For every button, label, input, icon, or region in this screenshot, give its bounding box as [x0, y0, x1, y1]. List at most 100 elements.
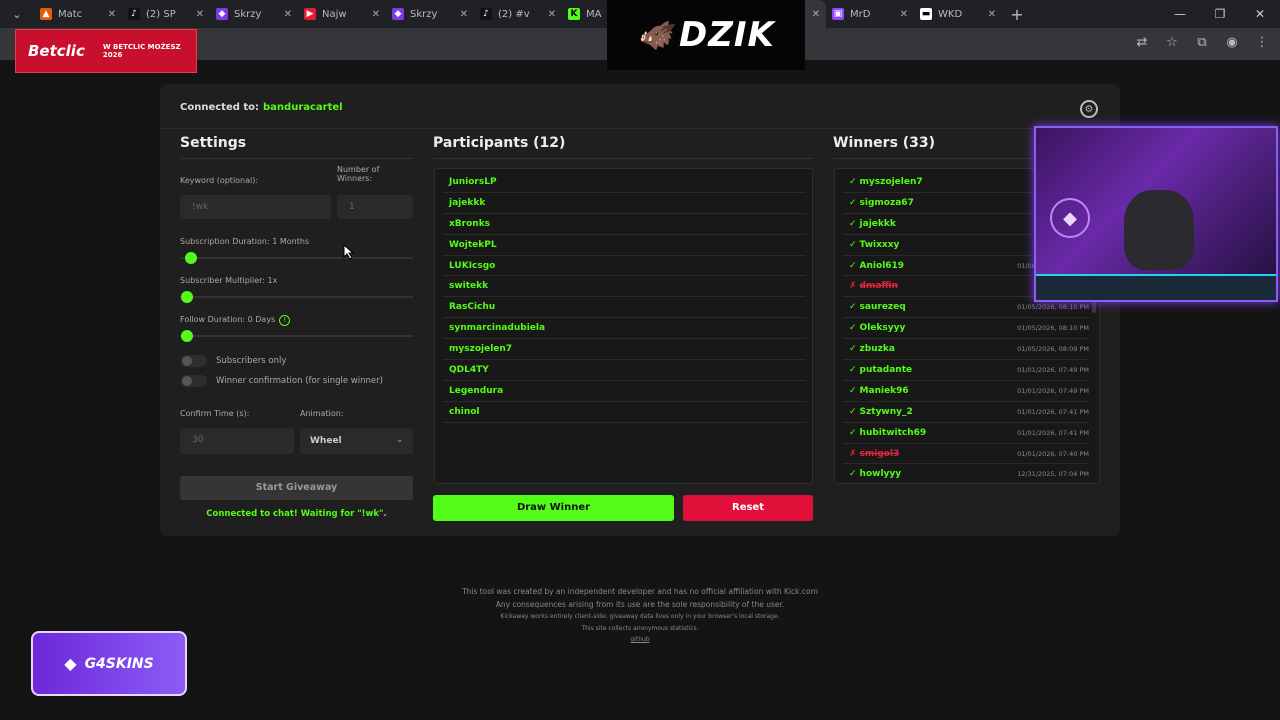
- browser-tab[interactable]: ◆ Skrzy ✕: [210, 0, 298, 28]
- winner-timestamp: 01/01/2026, 07:49 PM: [1017, 386, 1089, 395]
- winners-count-input[interactable]: 1: [337, 195, 413, 219]
- winner-row: ✓ Maniek96 01/01/2026, 07:49 PM: [843, 381, 1089, 402]
- confirm-time-label: Confirm Time (s):: [180, 409, 250, 418]
- tab-close-icon[interactable]: ✕: [108, 9, 116, 20]
- multiplier-label: Subscriber Multiplier: 1x: [180, 276, 278, 285]
- tab-favicon-icon: ▣: [832, 8, 844, 20]
- animation-select[interactable]: Wheel ⌄: [300, 428, 413, 454]
- winner-timestamp: 01/05/2026, 08:10 PM: [1017, 324, 1089, 333]
- draw-winner-button[interactable]: Draw Winner: [433, 495, 674, 521]
- tab-close-icon[interactable]: ✕: [900, 9, 908, 20]
- menu-dots-icon[interactable]: ⋮: [1254, 35, 1270, 50]
- subscribers-only-toggle[interactable]: [181, 355, 207, 367]
- browser-tab[interactable]: ▲ Matc ✕: [34, 0, 122, 28]
- winner-confirmation-label: Winner confirmation (for single winner): [216, 376, 383, 386]
- info-icon[interactable]: !: [279, 315, 291, 326]
- winner-name: Aniol619: [859, 260, 905, 271]
- connection-status: Connected to: banduracartel: [180, 102, 343, 113]
- winner-name: saurezeq: [859, 302, 906, 313]
- participant-row: Legendura: [443, 381, 806, 402]
- winners-title: Winners (33): [833, 135, 936, 151]
- tab-close-icon[interactable]: ✕: [196, 9, 204, 20]
- winner-row: ✓ howlyyy 12/31/2025, 07:04 PM: [843, 464, 1089, 483]
- browser-tab[interactable]: ▶ Najw ✕: [298, 0, 386, 28]
- sub-duration-label: Subscription Duration: 1 Months: [180, 237, 310, 246]
- tab-favicon-icon: ▲: [40, 8, 52, 20]
- browser-tab[interactable]: ◆ Skrzy ✕: [386, 0, 474, 28]
- restore-icon[interactable]: ❐: [1200, 0, 1240, 28]
- mouse-cursor-icon: [343, 244, 355, 260]
- winner-timestamp: 01/01/2026, 07:49 PM: [1017, 366, 1089, 375]
- sub-duration-handle[interactable]: [185, 252, 197, 264]
- tab-search-chevron-icon[interactable]: ⌄: [0, 0, 34, 28]
- tab-favicon-icon: ◆: [392, 8, 404, 20]
- participant-row: JuniorsLP: [443, 172, 806, 193]
- check-icon: ✓: [849, 469, 857, 480]
- close-window-icon[interactable]: ✕: [1240, 0, 1280, 28]
- translate-icon[interactable]: ⇄: [1134, 35, 1150, 50]
- winner-name: howlyyy: [859, 469, 902, 480]
- participants-title: Participants (12): [433, 135, 566, 151]
- sub-duration-slider[interactable]: [180, 252, 413, 264]
- winner-name: Twixxxy: [859, 239, 900, 250]
- winner-name: Sztywny_2: [859, 406, 913, 417]
- wolf-logo-icon: ◆: [1050, 198, 1090, 238]
- github-link[interactable]: github: [340, 636, 940, 643]
- tab-favicon-icon: ♪: [480, 8, 492, 20]
- multiplier-handle[interactable]: [181, 291, 193, 303]
- check-icon: ✓: [849, 385, 857, 396]
- winner-timestamp: 01/01/2026, 07:41 PM: [1017, 428, 1089, 437]
- reset-button[interactable]: Reset: [683, 495, 813, 521]
- extensions-icon[interactable]: ⧉: [1194, 35, 1210, 50]
- participant-row: switekk: [443, 276, 806, 298]
- winners-count-label: Number of Winners:: [337, 165, 380, 183]
- tab-title: (2) SP: [146, 8, 176, 20]
- participants-list[interactable]: JuniorsLP jajekkk xBronks WojtekPL LUKIcsgo s…: [434, 168, 813, 484]
- browser-tab[interactable]: ♪ (2) SP ✕: [122, 0, 210, 28]
- new-tab-button[interactable]: +: [1002, 5, 1032, 24]
- window-controls: — ❐ ✕: [1160, 0, 1280, 28]
- follow-duration-handle[interactable]: [181, 330, 193, 342]
- winner-name: zbuzka: [859, 344, 895, 355]
- browser-tab[interactable]: ▬ WKD ✕: [914, 0, 1002, 28]
- follow-duration-slider[interactable]: [180, 330, 413, 342]
- tab-close-icon[interactable]: ✕: [988, 9, 996, 20]
- footer-disclaimer: This tool was created by an independent …: [462, 587, 818, 596]
- tab-close-icon[interactable]: ✕: [372, 9, 380, 20]
- browser-tab[interactable]: ▣ MrD ✕: [826, 0, 914, 28]
- tab-close-icon[interactable]: ✕: [284, 9, 292, 20]
- winner-row: ✓ hubitwitch69 01/01/2026, 07:41 PM: [843, 423, 1089, 444]
- keyword-label: Keyword (optional):: [180, 176, 259, 185]
- tab-close-icon[interactable]: ✕: [812, 9, 820, 20]
- check-icon: ✓: [849, 239, 857, 250]
- keyword-input[interactable]: !wk: [180, 195, 331, 219]
- tab-title: Skrzy: [234, 8, 262, 20]
- winner-name: sigmoza67: [859, 197, 914, 208]
- tab-favicon-icon: ▬: [920, 8, 932, 20]
- winner-name: putadante: [859, 365, 913, 376]
- multiplier-slider[interactable]: [180, 291, 413, 303]
- participant-row: myszojelen7: [443, 339, 806, 361]
- confirm-time-input[interactable]: 30: [180, 428, 294, 454]
- settings-gear-icon[interactable]: ⚙: [1080, 100, 1098, 118]
- minimize-icon[interactable]: —: [1160, 0, 1200, 28]
- winner-row: ✓ putadante 01/01/2026, 07:49 PM: [843, 360, 1089, 381]
- winner-name: myszojelen7: [859, 177, 923, 187]
- browser-tab[interactable]: ♪ (2) #v ✕: [474, 0, 562, 28]
- winner-row: ✓ zbuzka 01/05/2026, 08:09 PM: [843, 339, 1089, 361]
- profile-icon[interactable]: ◉: [1224, 35, 1240, 50]
- tab-title: Skrzy: [410, 8, 438, 20]
- winner-confirmation-toggle[interactable]: [181, 375, 207, 387]
- tab-close-icon[interactable]: ✕: [460, 9, 468, 20]
- tab-favicon-icon: K: [568, 8, 580, 20]
- start-giveaway-button[interactable]: Start Giveaway: [180, 476, 413, 500]
- participant-row: synmarcinadubiela: [443, 318, 806, 340]
- dzik-logo-text: DZIK: [679, 15, 775, 55]
- participant-row: jajekkk: [443, 193, 806, 214]
- g4skins-logo-text: G4SKINS: [84, 655, 154, 672]
- bookmark-star-icon[interactable]: ☆: [1164, 35, 1180, 50]
- footer-responsibility: Any consequences arising from its use ar…: [495, 600, 785, 609]
- footer-stats-note: This site collects anonymous statistics.: [581, 625, 699, 632]
- tab-close-icon[interactable]: ✕: [548, 9, 556, 20]
- betclic-ad-overlay: Betclic W BETCLIC MOŻESZ 2026: [15, 29, 197, 73]
